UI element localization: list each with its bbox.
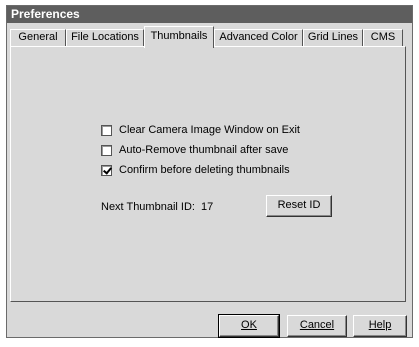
reset-id-button[interactable]: Reset ID (266, 195, 332, 217)
cancel-button[interactable]: Cancel (287, 315, 347, 337)
next-id-value: 17 (201, 201, 214, 213)
ok-button[interactable]: OK (218, 314, 280, 338)
title-bar[interactable]: Preferences (7, 6, 412, 23)
tab-strip: General File Locations Thumbnails Advanc… (10, 26, 408, 48)
next-thumbnail-id: Next Thumbnail ID: 17 (101, 197, 213, 217)
tab-advanced-color[interactable]: Advanced Color (214, 29, 303, 46)
tab-cms[interactable]: CMS (363, 29, 403, 46)
confirm-delete-checkbox[interactable] (101, 164, 112, 176)
next-id-label: Next Thumbnail ID: (101, 201, 195, 213)
tab-general[interactable]: General (10, 29, 66, 46)
thumbnails-panel: Clear Camera Image Window on Exit Auto-R… (10, 46, 406, 302)
option-label: Auto-Remove thumbnail after save (119, 144, 289, 156)
option-confirm-delete[interactable]: Confirm before deleting thumbnails (101, 162, 290, 178)
help-label: Help (368, 319, 392, 331)
cancel-label: Cancel (299, 319, 335, 331)
tab-grid-lines[interactable]: Grid Lines (303, 29, 363, 46)
auto-remove-thumbnail-checkbox[interactable] (101, 144, 112, 156)
option-clear-camera-window[interactable]: Clear Camera Image Window on Exit (101, 122, 300, 138)
ok-label: OK (241, 319, 257, 331)
tab-thumbnails[interactable]: Thumbnails (144, 26, 214, 48)
preferences-dialog: Preferences General File Locations Thumb… (6, 5, 413, 338)
tab-file-locations[interactable]: File Locations (66, 29, 144, 46)
help-button[interactable]: Help (353, 315, 407, 337)
option-auto-remove-thumbnail[interactable]: Auto-Remove thumbnail after save (101, 142, 288, 158)
window-title: Preferences (11, 7, 80, 21)
clear-camera-window-checkbox[interactable] (101, 124, 112, 136)
option-label: Clear Camera Image Window on Exit (119, 124, 300, 136)
option-label: Confirm before deleting thumbnails (119, 164, 290, 176)
